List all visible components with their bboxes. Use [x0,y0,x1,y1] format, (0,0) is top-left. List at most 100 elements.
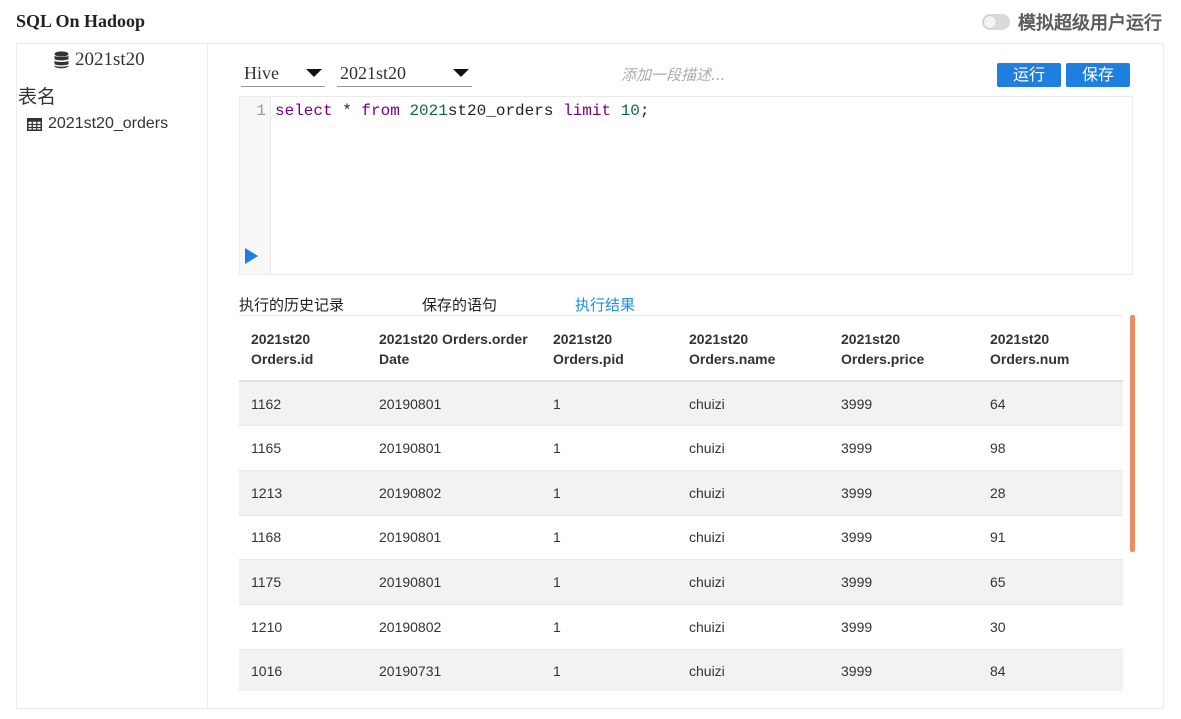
column-header[interactable]: 2021st20 Orders.pid [541,316,677,382]
sidebar-database[interactable]: 2021st20 [54,49,145,71]
table-cell: 20190801 [367,381,541,427]
run-button[interactable]: 运行 [997,63,1061,87]
table-cell: 3999 [829,470,978,516]
table-name: 2021st20_orders [48,115,169,132]
table-cell: 64 [978,381,1123,427]
table-cell: 1213 [239,470,367,516]
column-header[interactable]: 2021st20 Orders.id [239,316,367,382]
table-cell: chuizi [677,559,829,605]
table-cell: 65 [978,559,1123,605]
database-select[interactable]: 2021st20 [337,61,472,87]
table-row: 1213 20190802 1 chuizi 3999 28 [239,470,1123,516]
tab-saved-queries[interactable]: 保存的语句 [422,294,497,315]
column-header-line: Orders.name [689,351,776,367]
table-header-row: 2021st20 Orders.id 2021st20 Orders.order Da… [239,316,1123,382]
table-cell: 3999 [829,515,978,561]
table-cell: 91 [978,515,1123,561]
column-header[interactable]: 2021st20 Orders.num [978,316,1123,382]
code-text: * [332,102,362,120]
super-user-toggle[interactable]: 模拟超级用户运行 [982,9,1162,35]
table-cell: 20190801 [367,559,541,605]
column-header-line: 2021st20 Orders.order [379,331,528,347]
table-cell: 84 [978,649,1123,691]
code-text: st20_orders [447,102,564,120]
results-table-container: 2021st20 Orders.id 2021st20 Orders.order Da… [239,315,1123,691]
sidebar-table-item[interactable]: 2021st20_orders [27,115,168,133]
table-cell: 20190801 [367,425,541,471]
table-cell: 1 [541,470,677,516]
column-header-line: Orders.id [251,351,314,367]
table-row: 1162 20190801 1 chuizi 3999 64 [239,381,1123,427]
table-cell: 1 [541,381,677,427]
table-cell: chuizi [677,470,829,516]
column-header-line: Date [379,351,410,367]
table-row: 1175 20190801 1 chuizi 3999 65 [239,559,1123,605]
table-cell: chuizi [677,649,829,691]
table-row: 1165 20190801 1 chuizi 3999 98 [239,425,1123,471]
table-row: 1210 20190802 1 chuizi 3999 30 [239,604,1123,650]
results-table: 2021st20 Orders.id 2021st20 Orders.order Da… [239,316,1123,691]
column-header[interactable]: 2021st20 Orders.price [829,316,978,382]
column-header-line: Orders.pid [553,351,624,367]
table-cell: 3999 [829,604,978,650]
chevron-down-icon [306,69,322,77]
tab-history[interactable]: 执行的历史记录 [239,294,344,315]
table-cell: 3999 [829,559,978,605]
table-cell: 30 [978,604,1123,650]
table-cell: 1210 [239,604,367,650]
chevron-down-icon [453,69,469,77]
code-keyword: limit [563,102,612,120]
table-row: 1168 20190801 1 chuizi 3999 91 [239,515,1123,561]
table-cell: chuizi [677,381,829,427]
app-title: SQL On Hadoop [16,11,146,31]
line-number: 1 [256,102,266,120]
table-cell: 20190802 [367,604,541,650]
table-cell: 28 [978,470,1123,516]
table-cell: 1175 [239,559,367,605]
table-cell: 1 [541,649,677,691]
code-keyword: from [361,102,400,120]
results-scrollbar[interactable] [1130,315,1135,552]
column-header-line: 2021st20 [990,331,1050,347]
column-header-line: Orders.num [990,351,1070,367]
tab-results[interactable]: 执行结果 [575,294,635,315]
play-icon[interactable] [245,248,258,264]
engine-value: Hive [244,63,279,83]
main-frame: 2021st20 表名 2021st20_orders Hive 2021st2… [16,43,1164,709]
column-header-line: 2021st20 [841,331,901,347]
table-cell: chuizi [677,515,829,561]
database-value: 2021st20 [340,63,407,83]
save-button[interactable]: 保存 [1066,63,1130,87]
table-cell: 1 [541,604,677,650]
toggle-switch[interactable] [982,14,1010,30]
table-cell: 20190802 [367,470,541,516]
sql-editor[interactable]: 1 select * from 2021st20_orders limit 10… [239,96,1133,275]
table-row: 1016 20190731 1 chuizi 3999 84 [239,649,1123,691]
sidebar: 2021st20 表名 2021st20_orders [17,44,208,708]
engine-select[interactable]: Hive [241,61,325,87]
database-icon [54,51,69,69]
table-cell: 20190731 [367,649,541,691]
table-cell: 3999 [829,381,978,427]
table-cell: chuizi [677,604,829,650]
column-header-line: Orders.price [841,351,925,367]
code-line[interactable]: select * from 2021st20_orders limit 10; [275,102,650,120]
database-name: 2021st20 [75,49,145,70]
tables-heading: 表名 [18,86,57,108]
table-cell: 1 [541,425,677,471]
table-cell: 3999 [829,425,978,471]
description-input[interactable] [621,64,881,86]
code-number: 2021 [409,102,448,120]
column-header[interactable]: 2021st20 Orders.name [677,316,829,382]
column-header[interactable]: 2021st20 Orders.order Date [367,316,541,382]
code-text: ; [639,102,650,120]
super-user-label: 模拟超级用户运行 [1018,13,1162,34]
table-cell: 3999 [829,649,978,691]
editor-gutter: 1 [240,97,271,274]
table-cell: 1016 [239,649,367,691]
column-header-line: 2021st20 [251,331,311,347]
table-icon [27,117,42,131]
toggle-knob [984,16,996,28]
